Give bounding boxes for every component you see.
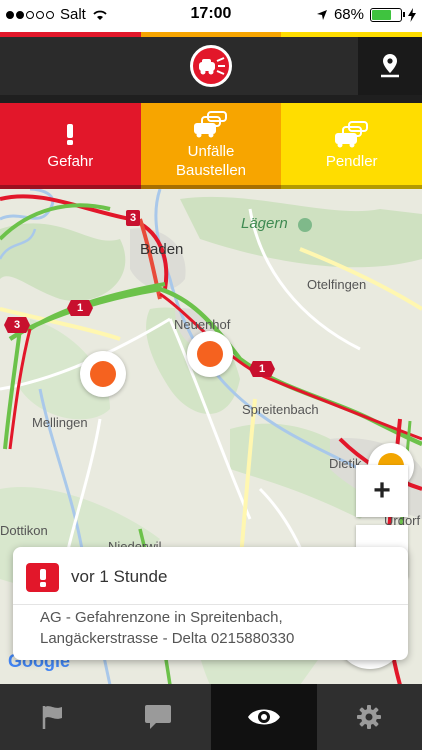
highway-shield-a1-west: 1 xyxy=(67,300,93,316)
status-right: 68% xyxy=(316,6,416,23)
category-accidents-label: Unfälle Baustellen xyxy=(175,143,247,179)
place-mellingen: Mellingen xyxy=(32,415,88,430)
category-commuter-label: Pendler xyxy=(325,152,378,170)
category-commuter[interactable]: Pendler xyxy=(281,103,422,185)
card-divider xyxy=(13,604,408,605)
category-danger-label: Gefahr xyxy=(47,152,94,170)
category-accidents[interactable]: Unfälle Baustellen xyxy=(140,103,282,185)
status-bar: Salt 17:00 68% xyxy=(0,0,422,30)
category-filter-bar: Gefahr Unfälle Baustellen Pendler xyxy=(0,103,422,185)
tab-view[interactable] xyxy=(211,684,317,750)
tab-settings[interactable] xyxy=(317,684,422,750)
place-otelfingen: Otelfingen xyxy=(307,277,367,292)
category-danger[interactable]: Gefahr xyxy=(0,103,141,185)
charging-icon xyxy=(408,7,416,22)
place-dottikon: Dottikon xyxy=(0,523,48,538)
incident-marker[interactable] xyxy=(80,351,126,397)
cars-queue-icon xyxy=(333,118,371,152)
incident-marker[interactable] xyxy=(187,331,233,377)
mountain-icon xyxy=(298,218,312,232)
danger-badge-icon xyxy=(26,563,59,592)
zoom-in-button[interactable]: + xyxy=(356,465,408,517)
tab-bar xyxy=(0,684,422,750)
place-spreitenbach: Spreitenbach xyxy=(242,402,319,417)
location-arrow-icon xyxy=(316,9,327,20)
incident-time: vor 1 Stunde xyxy=(71,567,168,586)
tab-report[interactable] xyxy=(0,684,106,750)
tab-messages[interactable] xyxy=(106,684,212,750)
location-button[interactable] xyxy=(358,37,422,95)
map-pin-icon xyxy=(381,54,399,78)
chat-icon xyxy=(145,705,172,729)
place-laegern: Lägern xyxy=(241,215,288,232)
header-divider xyxy=(0,95,422,103)
battery-percent: 68% xyxy=(333,6,364,23)
car-crash-logo-icon xyxy=(190,45,232,87)
app-header xyxy=(0,37,422,95)
exclamation-icon xyxy=(65,118,75,152)
flag-icon xyxy=(42,706,62,729)
incident-description-line: AG - Gefahrenzone in Spreitenbach, xyxy=(40,609,283,626)
incident-description-line: Langäckerstrasse - Delta 0215880330 xyxy=(40,630,295,647)
eye-icon xyxy=(247,709,280,725)
place-baden: Baden xyxy=(140,241,184,258)
highway-shield-a3-west: 3 xyxy=(4,317,30,333)
incident-info-card[interactable]: vor 1 Stunde AG - Gefahrenzone in Spreit… xyxy=(13,547,408,660)
gear-icon xyxy=(357,705,382,729)
highway-shield-a1-east: 1 xyxy=(249,361,275,377)
place-neuenhof: Neuenhof xyxy=(174,317,231,332)
incident-description: AG - Gefahrenzone in Spreitenbach, Langä… xyxy=(40,607,294,649)
cars-collision-icon xyxy=(192,108,230,142)
battery-icon xyxy=(370,7,405,22)
highway-shield-a3: 3 xyxy=(126,210,140,226)
